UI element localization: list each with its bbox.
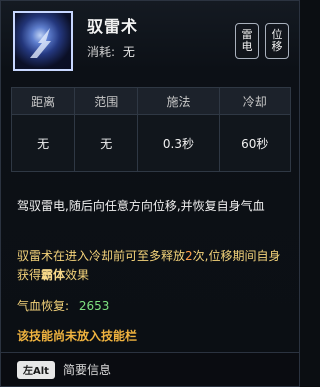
stat-header-cast: 施法 (137, 87, 219, 115)
stat-value-cast: 0.3秒 (137, 114, 219, 172)
skill-warning: 该技能尚未放入技能栏 (17, 329, 138, 343)
stat-header-cooldown: 冷却 (218, 87, 291, 115)
hp-recovery-label: 气血恢复: (17, 299, 70, 313)
cost-label: 消耗: (87, 45, 116, 59)
stat-value-cooldown: 60秒 (218, 114, 291, 172)
skill-icon (13, 11, 73, 71)
skill-tooltip: 驭雷术 消耗: 无 雷 电 位 移 距离 范围 施法 冷却 无 无 0.3秒 6… (0, 0, 300, 387)
badge-thunder-line2: 电 (241, 40, 253, 53)
skill-badges: 雷 电 位 移 (235, 23, 289, 59)
stat-value-range: 无 (11, 114, 75, 172)
cost-row: 消耗: 无 (87, 43, 135, 60)
skill-name: 驭雷术 (87, 17, 139, 36)
stat-header-range: 距离 (11, 87, 75, 115)
tooltip-header: 驭雷术 消耗: 无 雷 电 位 移 (1, 1, 299, 83)
badge-move: 位 移 (265, 23, 289, 59)
hp-recovery-row: 气血恢复: 2653 (17, 297, 109, 314)
description-line2-number: 2 (185, 249, 193, 263)
alt-key-pill[interactable]: 左Alt (17, 360, 55, 379)
stat-value-area: 无 (74, 114, 138, 172)
badge-move-line2: 移 (271, 40, 283, 53)
cost-value: 无 (122, 45, 135, 59)
hp-recovery-value: 2653 (78, 299, 110, 313)
description-line2: 驭雷术在进入冷却前可至多释放2次,位移期间自身获得霸体效果 (17, 247, 287, 285)
tooltip-footer: 左Alt 简要信息 (1, 352, 299, 386)
description-line2-part3: 效果 (65, 268, 90, 282)
stat-header-area: 范围 (74, 87, 138, 115)
skill-stats-table: 距离 范围 施法 冷却 无 无 0.3秒 60秒 (11, 87, 291, 172)
description-line1: 驾驭雷电,随后向任意方向位移,并恢复自身气血 (17, 199, 265, 213)
description-line2-emph: 霸体 (41, 268, 66, 282)
badge-thunder: 雷 电 (235, 23, 259, 59)
lightning-figure-icon (30, 28, 51, 58)
description-line2-part1: 驭雷术在进入冷却前可至多释放 (17, 249, 186, 263)
footer-hint: 简要信息 (62, 363, 111, 377)
